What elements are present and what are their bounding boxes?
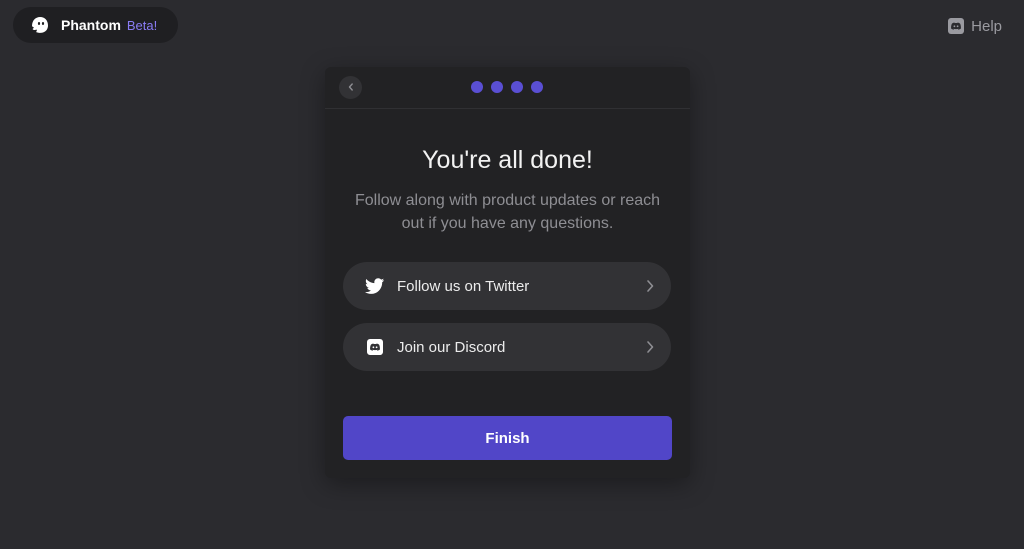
step-dot — [511, 81, 523, 93]
help-label: Help — [971, 17, 1002, 35]
back-button[interactable] — [339, 76, 362, 99]
phantom-ghost-icon — [29, 14, 51, 36]
twitter-icon — [365, 276, 385, 296]
beta-badge: Beta! — [126, 17, 158, 33]
page-subtitle: Follow along with product updates or rea… — [354, 192, 661, 232]
chevron-right-icon — [645, 279, 655, 293]
page-title: You're all done! — [422, 146, 593, 174]
join-discord-button[interactable]: Join our Discord — [343, 323, 671, 371]
step-dot — [471, 81, 483, 93]
follow-twitter-button[interactable]: Follow us on Twitter — [343, 262, 671, 310]
chevron-left-icon — [346, 79, 356, 97]
step-dot — [531, 81, 543, 93]
step-indicator — [471, 81, 543, 93]
discord-icon — [365, 337, 385, 357]
brand-pill: Phantom Beta! — [13, 7, 178, 43]
discord-icon — [947, 17, 965, 35]
step-dot — [491, 81, 503, 93]
card-header — [325, 67, 690, 109]
help-link[interactable]: Help — [947, 17, 1002, 35]
onboarding-card: You're all done! Follow along with produ… — [325, 67, 690, 478]
chevron-right-icon — [645, 340, 655, 354]
brand-name: Phantom — [61, 17, 121, 33]
twitter-link-label: Follow us on Twitter — [397, 277, 530, 295]
discord-link-label: Join our Discord — [397, 338, 506, 356]
finish-button[interactable]: Finish — [343, 416, 672, 460]
